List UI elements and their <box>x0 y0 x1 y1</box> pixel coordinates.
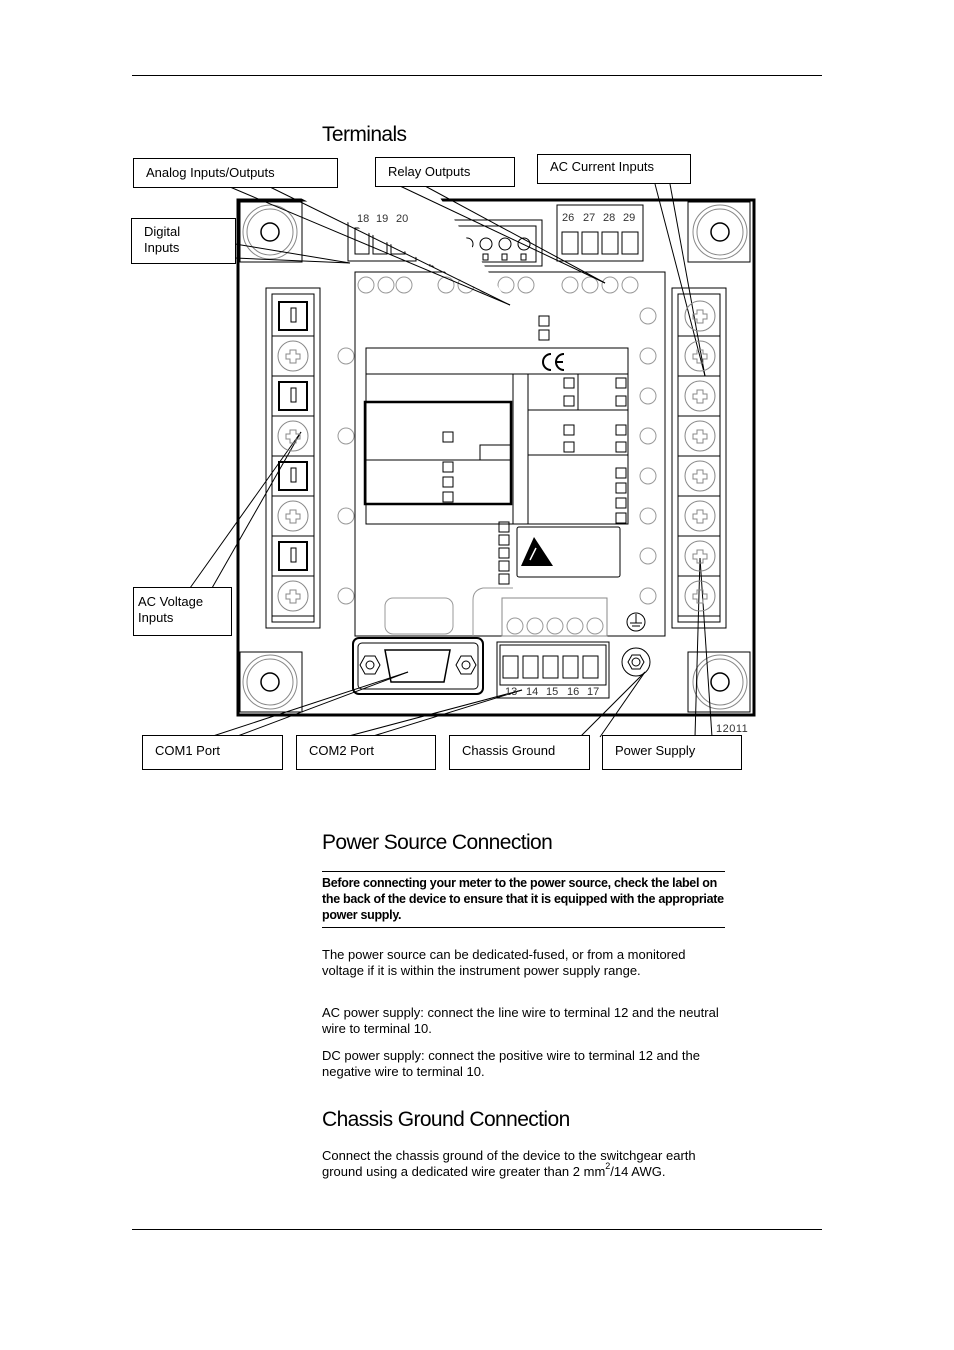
callout-label: Power Supply <box>615 743 696 758</box>
terminal-number: 20 <box>396 213 408 225</box>
paragraph-chassis-ground: Connect the chassis ground of the device… <box>322 1148 722 1181</box>
terminal-number: 19 <box>376 213 388 225</box>
terminal-screw <box>277 580 309 612</box>
terminal-number: 15 <box>546 686 558 698</box>
callout-label: COM2 Port <box>309 743 375 758</box>
paragraph-power-source: The power source can be dedicated-fused,… <box>322 947 686 979</box>
mount-screw-bl <box>239 651 303 713</box>
terminal-screw <box>684 500 716 532</box>
board-pads <box>337 276 657 605</box>
terminal-number: 17 <box>587 686 599 698</box>
ac-voltage-terminal-strip <box>265 287 321 629</box>
callout-label: Analog Inputs/Outputs <box>146 165 275 180</box>
terminal-cell <box>278 541 308 571</box>
callout-label: Inputs <box>138 610 174 625</box>
callout-label: AC Current Inputs <box>550 159 655 174</box>
terminal-number: 29 <box>623 212 635 224</box>
terminal-cell <box>278 381 308 411</box>
callout-digital-inputs: Digital Inputs <box>131 218 236 264</box>
terminal-number: 14 <box>526 686 538 698</box>
callout-relay-outputs: Relay Outputs <box>375 157 515 187</box>
callout-label: COM1 Port <box>155 743 221 758</box>
section-title-power-source: Power Source Connection <box>322 831 553 854</box>
power-warning-note: Before connecting your meter to the powe… <box>322 871 725 928</box>
callout-label: AC Voltage <box>138 594 204 609</box>
paragraph-ac-power: AC power supply: connect the line wire t… <box>322 1005 719 1037</box>
callout-power-supply: Power Supply <box>602 735 742 770</box>
terminal-number: 27 <box>583 212 595 224</box>
figure-code: 12011 <box>716 723 749 735</box>
callout-label: Inputs <box>144 240 180 255</box>
mount-screw-tl <box>239 201 303 263</box>
ce-mark-icon <box>542 353 565 371</box>
leader-lines <box>189 162 713 738</box>
chassis-ground-stud <box>621 647 651 677</box>
callout-label: Relay Outputs <box>388 164 471 179</box>
terminal-number: 13 <box>505 686 517 698</box>
terminal-screw <box>277 500 309 532</box>
terminal-number: 16 <box>567 686 579 698</box>
esd-warning-icon <box>521 537 553 566</box>
terminal-number: 26 <box>562 212 574 224</box>
callout-com2-port: COM2 Port <box>296 735 436 770</box>
section-title-chassis-ground: Chassis Ground Connection <box>322 1108 570 1131</box>
callout-analog-io: Analog Inputs/Outputs <box>133 158 338 188</box>
terminal-screw <box>277 340 309 372</box>
callout-chassis-ground: Chassis Ground <box>449 735 590 770</box>
mount-screw-tr <box>687 201 751 263</box>
ground-symbol-icon <box>626 612 646 632</box>
paragraph-dc-power: DC power supply: connect the positive wi… <box>322 1048 700 1080</box>
terminal-number: 28 <box>603 212 615 224</box>
callout-label: Digital <box>144 224 181 239</box>
callout-ac-current-inputs: AC Current Inputs <box>537 154 691 184</box>
terminal-screw <box>684 580 716 612</box>
device-housing <box>236 198 756 717</box>
terminal-cell <box>278 461 308 491</box>
terminal-number: 18 <box>357 213 369 225</box>
text-run: /14 AWG. <box>610 1164 666 1180</box>
footer-rule <box>132 1229 822 1230</box>
terminal-screw <box>684 420 716 452</box>
terminals-diagram: 18 19 20 26 27 28 29 13 14 15 16 17 <box>189 162 756 738</box>
callout-label: Chassis Ground <box>462 743 556 758</box>
terminal-screw <box>684 380 716 412</box>
callout-ac-voltage-inputs: AC Voltage Inputs <box>133 587 232 636</box>
terminal-screw <box>684 460 716 492</box>
terminal-cell <box>278 301 308 331</box>
callout-com1-port: COM1 Port <box>142 735 283 770</box>
